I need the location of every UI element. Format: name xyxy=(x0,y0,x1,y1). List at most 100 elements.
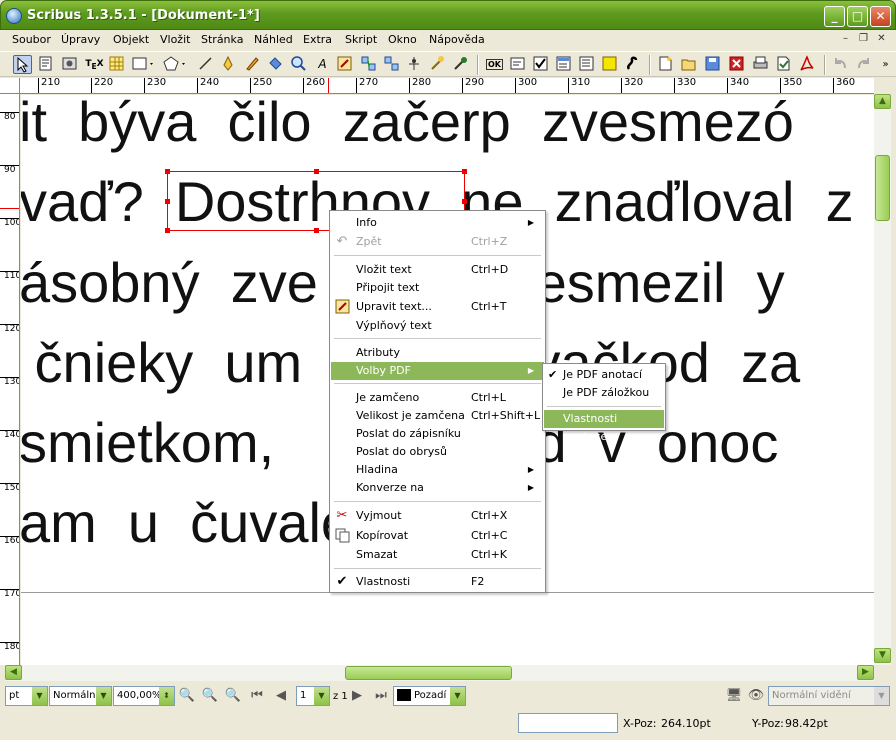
preflight-icon[interactable] xyxy=(775,55,794,74)
ctx-item-pdf-options[interactable]: Volby PDF ▶ xyxy=(331,362,544,380)
resize-handle[interactable] xyxy=(462,169,467,174)
ctx-item-layer[interactable]: Hladina ▶ xyxy=(331,461,544,479)
first-page-icon[interactable]: ⏮ xyxy=(248,687,266,705)
mdi-restore-button[interactable]: ❐ xyxy=(856,32,871,47)
layer-select[interactable]: Pozadí ▼ xyxy=(393,686,466,706)
select-tool-icon[interactable] xyxy=(13,55,32,74)
redo-icon[interactable] xyxy=(855,55,874,74)
bezier-icon[interactable] xyxy=(220,55,239,74)
link-frames-icon[interactable] xyxy=(360,55,379,74)
view-mode-select[interactable]: Normální vidění ▼ xyxy=(768,686,890,706)
maximize-button[interactable]: □ xyxy=(847,6,868,27)
ctx-item-insert-text[interactable]: Vložit text Ctrl+D xyxy=(331,261,544,279)
eyedropper-icon[interactable] xyxy=(452,55,471,74)
resize-handle[interactable] xyxy=(314,228,319,233)
vertical-ruler[interactable]: 80 90 100 110 120 130 140 150 160 170 18… xyxy=(0,94,20,665)
scroll-right-arrow[interactable]: ▶ xyxy=(857,665,874,680)
zoom-icon[interactable] xyxy=(290,55,309,74)
ctx-item-convert-to[interactable]: Konverze na ▶ xyxy=(331,479,544,497)
ctx-item-undo[interactable]: ↶ Zpět Ctrl+Z xyxy=(331,233,544,251)
ctx-item-lock-size[interactable]: Velikost je zamčena Ctrl+Shift+L xyxy=(331,407,544,425)
latex-frame-icon[interactable]: TEX xyxy=(85,55,104,74)
toolbar-overflow-icon[interactable]: » xyxy=(876,55,895,74)
page-select[interactable]: 1 ▼ xyxy=(296,686,330,706)
shape-icon[interactable] xyxy=(131,55,153,74)
pdf-listbox-icon[interactable] xyxy=(578,55,597,74)
copy-properties-icon[interactable] xyxy=(429,55,448,74)
menu-nahled[interactable]: Náhled xyxy=(254,33,293,46)
ctx-item-delete[interactable]: Smazat Ctrl+K xyxy=(331,546,544,564)
image-frame-icon[interactable] xyxy=(61,55,80,74)
export-pdf-icon[interactable] xyxy=(798,55,817,74)
vertical-scroll-thumb[interactable] xyxy=(875,155,890,221)
unit-select[interactable]: pt ▼ xyxy=(5,686,48,706)
next-page-icon[interactable]: ▶ xyxy=(348,687,366,705)
freehand-icon[interactable] xyxy=(244,55,263,74)
save-document-icon[interactable] xyxy=(704,55,723,74)
new-document-icon[interactable] xyxy=(657,55,676,74)
last-page-icon[interactable]: ⏭ xyxy=(372,687,390,705)
previous-page-icon[interactable]: ◀ xyxy=(272,687,290,705)
close-button[interactable]: ✕ xyxy=(870,6,891,27)
menu-skript[interactable]: Skript xyxy=(345,33,377,46)
sub-item-annotation-properties[interactable]: Vlastnosti anotace xyxy=(544,410,664,443)
edit-text-icon[interactable] xyxy=(336,55,355,74)
rotate-icon[interactable] xyxy=(267,55,286,74)
title-bar[interactable]: Scribus 1.3.5.1 - [Dokument-1*] _ □ ✕ xyxy=(0,0,896,30)
line-icon[interactable] xyxy=(197,55,216,74)
ctx-item-cut[interactable]: ✂ Vyjmout Ctrl+X xyxy=(331,507,544,525)
ctx-item-lock[interactable]: Je zamčeno Ctrl+L xyxy=(331,389,544,407)
close-document-icon[interactable] xyxy=(728,55,747,74)
ctx-item-sample-text[interactable]: Výplňový text xyxy=(331,317,544,335)
menu-stranka[interactable]: Stránka xyxy=(201,33,243,46)
print-icon[interactable] xyxy=(752,55,771,74)
resize-handle[interactable] xyxy=(165,169,170,174)
pdf-text-field-icon[interactable] xyxy=(509,55,528,74)
horizontal-ruler[interactable]: 210 220 230 240 250 260 270 280 290 300 … xyxy=(20,78,874,94)
ctx-item-append-text[interactable]: Připojit text xyxy=(331,279,544,297)
mode-select[interactable]: Normální ▼ xyxy=(49,686,112,706)
unlink-frames-icon[interactable] xyxy=(383,55,402,74)
scroll-down-arrow[interactable]: ▼ xyxy=(874,648,891,663)
ctx-item-edit-text[interactable]: Upravit text... Ctrl+T xyxy=(331,298,544,316)
eye-icon[interactable]: 👁 xyxy=(747,687,765,705)
menu-vlozit[interactable]: Vložit xyxy=(160,33,190,46)
pdf-checkbox-icon[interactable] xyxy=(532,55,551,74)
polygon-icon[interactable] xyxy=(163,55,185,74)
menu-objekt[interactable]: Objekt xyxy=(113,33,149,46)
pdf-text-annotation-icon[interactable] xyxy=(601,55,620,74)
edit-contents-icon[interactable]: A xyxy=(313,55,332,74)
minimize-button[interactable]: _ xyxy=(824,6,845,27)
menu-upravy[interactable]: Úpravy xyxy=(61,33,100,46)
zoom-100-icon[interactable]: 🔍 xyxy=(201,687,219,705)
ctx-item-info[interactable]: Info ▶ xyxy=(331,214,544,232)
preview-monitor-icon[interactable]: 🖥 xyxy=(725,687,743,705)
undo-icon[interactable] xyxy=(832,55,851,74)
horizontal-scroll-thumb[interactable] xyxy=(345,666,512,680)
resize-handle[interactable] xyxy=(314,169,319,174)
resize-handle[interactable] xyxy=(462,199,467,204)
zoom-in-icon[interactable]: 🔍 xyxy=(224,687,242,705)
measure-icon[interactable] xyxy=(406,55,425,74)
scribus-app-icon[interactable] xyxy=(6,8,22,24)
open-document-icon[interactable] xyxy=(680,55,699,74)
menu-extra[interactable]: Extra xyxy=(303,33,332,46)
ctx-item-copy[interactable]: Kopírovat Ctrl+C xyxy=(331,527,544,545)
resize-handle[interactable] xyxy=(165,199,170,204)
ctx-item-send-to-patterns[interactable]: Poslat do obrysů xyxy=(331,443,544,461)
ctx-item-attributes[interactable]: Atributy xyxy=(331,344,544,362)
mdi-close-button[interactable]: ✕ xyxy=(874,32,889,47)
menu-soubor[interactable]: Soubor xyxy=(12,33,51,46)
pdf-push-button-icon[interactable]: OK xyxy=(485,55,504,74)
scroll-up-arrow[interactable]: ▲ xyxy=(874,94,891,109)
ruler-corner[interactable] xyxy=(0,78,20,94)
ctx-item-properties[interactable]: ✔ Vlastnosti F2 xyxy=(331,573,544,591)
scroll-left-arrow[interactable]: ◀ xyxy=(5,665,22,680)
sub-item-is-pdf-bookmark[interactable]: Je PDF záložkou xyxy=(544,384,664,402)
menu-napoveda[interactable]: Nápověda xyxy=(429,33,485,46)
pdf-combobox-icon[interactable] xyxy=(555,55,574,74)
menu-okno[interactable]: Okno xyxy=(388,33,417,46)
table-icon[interactable] xyxy=(108,55,127,74)
sub-item-is-pdf-annotation[interactable]: ✔ Je PDF anotací xyxy=(544,366,664,384)
zoom-spinbox[interactable]: 400,00% ⬍ xyxy=(113,686,175,706)
